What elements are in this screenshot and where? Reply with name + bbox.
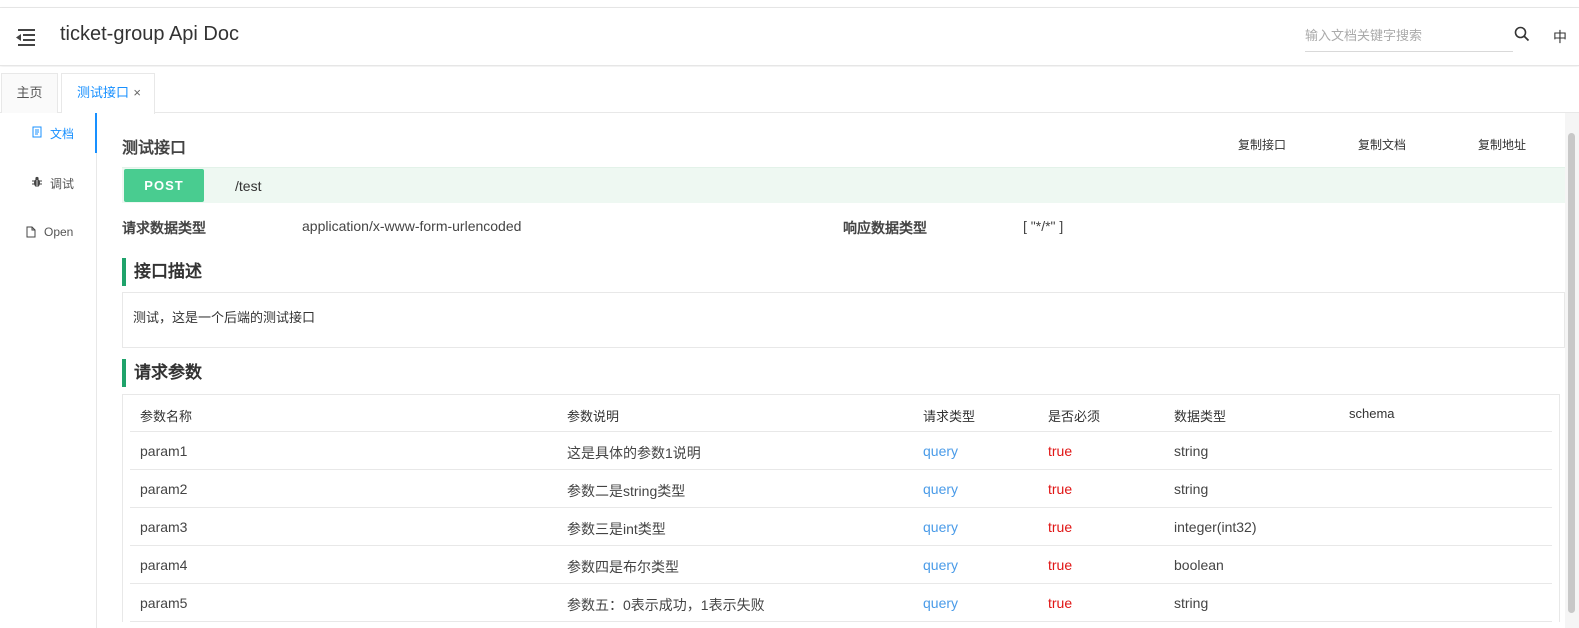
- search-box: [1305, 20, 1513, 52]
- param-type: integer(int32): [1174, 519, 1257, 535]
- response-type-label: 响应数据类型: [843, 220, 927, 236]
- param-name: param3: [140, 519, 188, 535]
- close-icon[interactable]: ×: [133, 74, 141, 112]
- page-title: 测试接口: [122, 140, 187, 157]
- tab-test-api[interactable]: 测试接口 ×: [61, 73, 155, 114]
- doc-sidebar: 文档 调试 Open: [0, 113, 97, 628]
- tab-label: 测试接口: [77, 85, 130, 100]
- param-required: true: [1048, 443, 1073, 459]
- top-strip: [0, 0, 1579, 8]
- copy-url-button[interactable]: 复制地址: [1478, 136, 1526, 153]
- param-required: true: [1048, 519, 1073, 535]
- description-box: 测试，这是一个后端的测试接口: [122, 292, 1565, 348]
- param-name: param4: [140, 557, 188, 573]
- document-icon: [31, 126, 43, 138]
- sidebar-item-label: 文档: [50, 127, 75, 141]
- sidebar-item-label: 调试: [50, 177, 75, 191]
- sidebar-item-label: Open: [44, 225, 74, 239]
- param-desc: 参数二是string类型: [567, 483, 686, 499]
- menu-collapse-icon[interactable]: [14, 26, 38, 48]
- column-header: 请求类型: [923, 409, 976, 424]
- tab-bar: 主页 测试接口 ×: [0, 67, 1579, 114]
- description-text: 测试，这是一个后端的测试接口: [133, 310, 316, 325]
- param-required: true: [1048, 595, 1073, 611]
- column-header: schema: [1349, 406, 1395, 421]
- param-required: true: [1048, 557, 1073, 573]
- request-type-value: application/x-www-form-urlencoded: [302, 218, 522, 234]
- params-table: 参数名称 参数说明 请求类型 是否必须 数据类型 schema param1 这…: [122, 394, 1560, 622]
- param-in: query: [923, 443, 959, 459]
- table-row: param4 参数四是布尔类型 query true boolean: [130, 546, 1552, 584]
- request-type-label: 请求数据类型: [122, 220, 206, 236]
- param-name: param1: [140, 443, 188, 459]
- api-doc-content: 测试接口 复制接口 复制文档 复制地址 POST /test 请求数据类型 ap…: [97, 113, 1565, 628]
- param-type: string: [1174, 443, 1209, 459]
- column-header: 数据类型: [1174, 409, 1227, 424]
- bug-icon: [31, 176, 43, 188]
- param-type: string: [1174, 595, 1209, 611]
- param-in: query: [923, 481, 959, 497]
- method-badge: POST: [124, 169, 204, 202]
- table-row: param1 这是具体的参数1说明 query true string: [130, 432, 1552, 470]
- param-in: query: [923, 519, 959, 535]
- sidebar-item-doc[interactable]: 文档: [0, 113, 97, 153]
- sidebar-item-debug[interactable]: 调试: [0, 163, 97, 203]
- scrollbar[interactable]: [1565, 113, 1579, 628]
- sidebar-item-open[interactable]: Open: [0, 213, 97, 253]
- table-header-row: 参数名称 参数说明 请求类型 是否必须 数据类型 schema: [130, 395, 1552, 432]
- param-desc: 参数三是int类型: [567, 521, 666, 537]
- language-switch[interactable]: 中: [1553, 27, 1567, 47]
- search-input[interactable]: [1305, 20, 1513, 51]
- param-desc: 参数四是布尔类型: [567, 559, 679, 575]
- copy-doc-button[interactable]: 复制文档: [1358, 136, 1406, 153]
- table-row: param3 参数三是int类型 query true integer(int3…: [130, 508, 1552, 546]
- app-title: ticket-group Api Doc: [60, 23, 239, 45]
- param-type: string: [1174, 481, 1209, 497]
- param-required: true: [1048, 481, 1073, 497]
- param-name: param2: [140, 481, 188, 497]
- copy-api-button[interactable]: 复制接口: [1238, 136, 1286, 153]
- column-header: 参数名称: [140, 409, 193, 424]
- param-in: query: [923, 595, 959, 611]
- response-type-value: [ "*/*" ]: [1023, 218, 1064, 234]
- app-header: ticket-group Api Doc 中: [0, 8, 1579, 66]
- column-header: 是否必须: [1048, 409, 1101, 424]
- endpoint-path: /test: [235, 178, 262, 194]
- description-heading: 接口描述: [122, 258, 202, 286]
- param-type: boolean: [1174, 557, 1224, 573]
- param-desc: 参数五：0表示成功，1表示失败: [567, 597, 765, 613]
- table-row: param5 参数五：0表示成功，1表示失败 query true string: [130, 584, 1552, 622]
- param-name: param5: [140, 595, 188, 611]
- file-icon: [25, 226, 37, 238]
- scrollbar-thumb[interactable]: [1568, 133, 1575, 613]
- endpoint-bar: POST /test: [122, 167, 1565, 203]
- table-row: param2 参数二是string类型 query true string: [130, 470, 1552, 508]
- param-in: query: [923, 557, 959, 573]
- tab-home[interactable]: 主页: [1, 73, 58, 113]
- search-icon[interactable]: [1514, 26, 1530, 42]
- params-heading: 请求参数: [122, 359, 202, 387]
- tab-label: 主页: [16, 85, 43, 100]
- column-header: 参数说明: [567, 409, 620, 424]
- param-desc: 这是具体的参数1说明: [567, 445, 701, 461]
